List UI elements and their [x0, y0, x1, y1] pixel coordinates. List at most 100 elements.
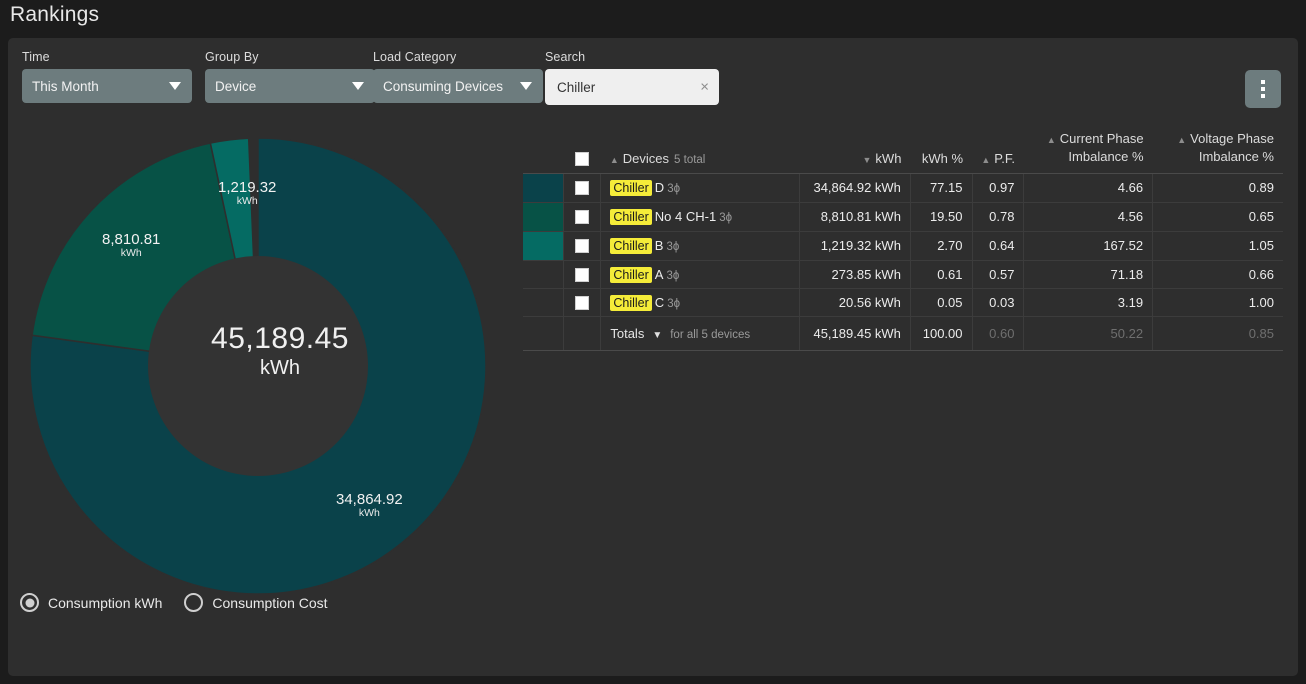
radio-label: Consumption Cost: [212, 594, 328, 611]
device-tag: Chiller: [610, 180, 652, 196]
totals-label-cell: Totals ▼ for all 5 devices: [600, 315, 800, 351]
th-pf[interactable]: ▲ P.F.: [972, 125, 1024, 174]
th-voltage-phase-imbalance[interactable]: ▲ Voltage Phase Imbalance %: [1152, 125, 1283, 174]
row-current-phase-imbalance: 71.18: [1023, 260, 1154, 289]
totals-pf: 0.60: [971, 315, 1025, 351]
row-select-cell[interactable]: [562, 173, 602, 203]
device-tag: Chiller: [610, 266, 652, 283]
row-kwh: 273.85 kWh: [798, 260, 911, 289]
row-select-cell[interactable]: [562, 288, 602, 317]
sort-desc-icon[interactable]: ▼: [652, 330, 662, 341]
search-input[interactable]: Chiller ×: [545, 69, 719, 105]
table-row[interactable]: Chiller A 3ϕ 273.85 kWh 0.61 0.57 71.18 0.66: [523, 260, 1283, 289]
filter-bar: Time This Month Group By Device Load Cat…: [8, 38, 1298, 108]
table-row[interactable]: Chiller D 3ϕ 34,864.92 kWh 77.15 0.97 4.66 0.89: [523, 173, 1283, 203]
row-select-cell[interactable]: [562, 202, 602, 232]
th-kwh-pct[interactable]: kWh %: [910, 125, 972, 174]
row-kwh-pct: 0.61: [909, 260, 973, 289]
row-kwh-pct: 0.05: [909, 288, 973, 317]
device-tag: Chiller: [610, 238, 652, 254]
row-kwh-pct: 77.15: [909, 173, 973, 203]
sort-desc-icon: ▼: [862, 154, 872, 165]
filter-search: Search Chiller ×: [545, 50, 719, 105]
title-bar: Rankings: [0, 0, 1306, 38]
sort-asc-icon: ▲: [609, 154, 619, 165]
row-current-phase-imbalance: 3.19: [1023, 288, 1154, 317]
filter-load-category: Load Category Consuming Devices: [373, 50, 543, 103]
th-voltage-phase-line2: Imbalance %: [1198, 148, 1274, 164]
chevron-down-icon: [169, 82, 181, 90]
table-header-row: ▲ Devices 5 total ▼ kWh kWh % ▲ P.F. ▲ Curren: [523, 125, 1283, 174]
row-voltage-phase-imbalance: 1.05: [1152, 231, 1283, 261]
table-row[interactable]: Chiller C 3ϕ 20.56 kWh 0.05 0.03 3.19 1.00: [523, 288, 1283, 317]
color-swatch: [523, 173, 563, 202]
device-name: No 4 CH-1: [654, 209, 717, 224]
row-kwh-pct: 19.50: [909, 202, 973, 232]
filter-load-category-label: Load Category: [373, 50, 457, 64]
row-voltage-phase-imbalance: 0.89: [1152, 173, 1283, 203]
row-kwh: 8,810.81 kWh: [798, 202, 911, 232]
select-all-checkbox[interactable]: [575, 151, 590, 166]
row-kwh: 20.56 kWh: [798, 288, 911, 317]
row-current-phase-imbalance: 4.56: [1023, 202, 1154, 232]
totals-voltage-phase-imbalance: 0.85: [1152, 315, 1283, 351]
load-category-select[interactable]: Consuming Devices: [373, 69, 543, 103]
consumption-mode-radio-group: Consumption kWh Consumption Cost: [20, 593, 328, 612]
th-current-phase-line1: Current Phase: [1059, 131, 1144, 147]
th-kwh-pct-label: kWh %: [921, 150, 963, 166]
totals-kwh-pct: 100.00: [909, 315, 973, 351]
group-by-select-value: Device: [215, 78, 257, 94]
color-swatch: [523, 202, 563, 231]
row-checkbox[interactable]: [575, 295, 590, 310]
th-kwh[interactable]: ▼ kWh: [799, 125, 911, 174]
th-current-phase-line2: Imbalance %: [1068, 148, 1144, 164]
time-select[interactable]: This Month: [22, 69, 192, 103]
th-current-phase-imbalance[interactable]: ▲ Current Phase Imbalance %: [1023, 125, 1153, 174]
radio-consumption-kwh[interactable]: Consumption kWh: [20, 593, 162, 612]
donut-hole: [148, 256, 368, 476]
row-checkbox[interactable]: [575, 181, 590, 196]
th-devices[interactable]: ▲ Devices 5 total: [600, 125, 800, 174]
device-name: D: [654, 180, 665, 195]
row-voltage-phase-imbalance: 0.65: [1152, 202, 1283, 232]
row-kwh-pct: 2.70: [909, 231, 973, 261]
device-phase: 3ϕ: [719, 212, 733, 224]
row-select-cell[interactable]: [562, 260, 602, 289]
chevron-down-icon: [520, 82, 532, 90]
table-body: Chiller D 3ϕ 34,864.92 kWh 77.15 0.97 4.66 0.89…: [523, 173, 1283, 317]
radio-icon: [20, 593, 39, 612]
row-device-cell: Chiller A 3ϕ: [600, 260, 800, 289]
row-checkbox[interactable]: [575, 239, 590, 254]
device-tag: Chiller: [610, 209, 652, 225]
row-checkbox[interactable]: [575, 210, 590, 225]
row-pf: 0.78: [971, 202, 1025, 232]
chevron-down-icon: [352, 82, 364, 90]
row-select-cell[interactable]: [562, 231, 602, 261]
totals-label: Totals: [610, 325, 645, 341]
row-device-cell: Chiller No 4 CH-1 3ϕ: [600, 202, 800, 232]
device-phase: 3ϕ: [666, 241, 680, 253]
rankings-card: Time This Month Group By Device Load Cat…: [8, 38, 1298, 676]
radio-consumption-cost[interactable]: Consumption Cost: [184, 593, 328, 612]
sort-asc-icon: ▲: [1046, 135, 1056, 146]
clear-search-icon[interactable]: ×: [700, 80, 709, 95]
table-footer: Totals ▼ for all 5 devices 45,189.45 kWh 100…: [523, 315, 1283, 351]
donut-svg: [30, 137, 487, 595]
th-kwh-label: kWh: [875, 150, 902, 166]
device-name: A: [654, 266, 664, 282]
device-name: B: [654, 238, 664, 253]
th-select-all[interactable]: [563, 125, 601, 174]
row-checkbox[interactable]: [575, 267, 590, 282]
table-row[interactable]: Chiller No 4 CH-1 3ϕ 8,810.81 kWh 19.50 0.78 4…: [523, 202, 1283, 232]
row-device-cell: Chiller B 3ϕ: [600, 231, 800, 261]
totals-sub: for all 5 devices: [670, 328, 751, 341]
dot-icon: [1261, 87, 1265, 91]
consumption-donut-chart: 45,189.45 kWh 34,864.92 kWh 8,810.81 kWh…: [30, 126, 530, 596]
more-options-button[interactable]: [1245, 70, 1281, 108]
row-color-swatch: [523, 231, 564, 261]
table-row[interactable]: Chiller B 3ϕ 1,219.32 kWh 2.70 0.64 167.52 1.05: [523, 231, 1283, 261]
group-by-select[interactable]: Device: [205, 69, 375, 103]
row-device-cell: Chiller D 3ϕ: [600, 173, 800, 203]
sort-asc-icon: ▲: [981, 154, 991, 165]
device-phase: 3ϕ: [666, 269, 680, 282]
